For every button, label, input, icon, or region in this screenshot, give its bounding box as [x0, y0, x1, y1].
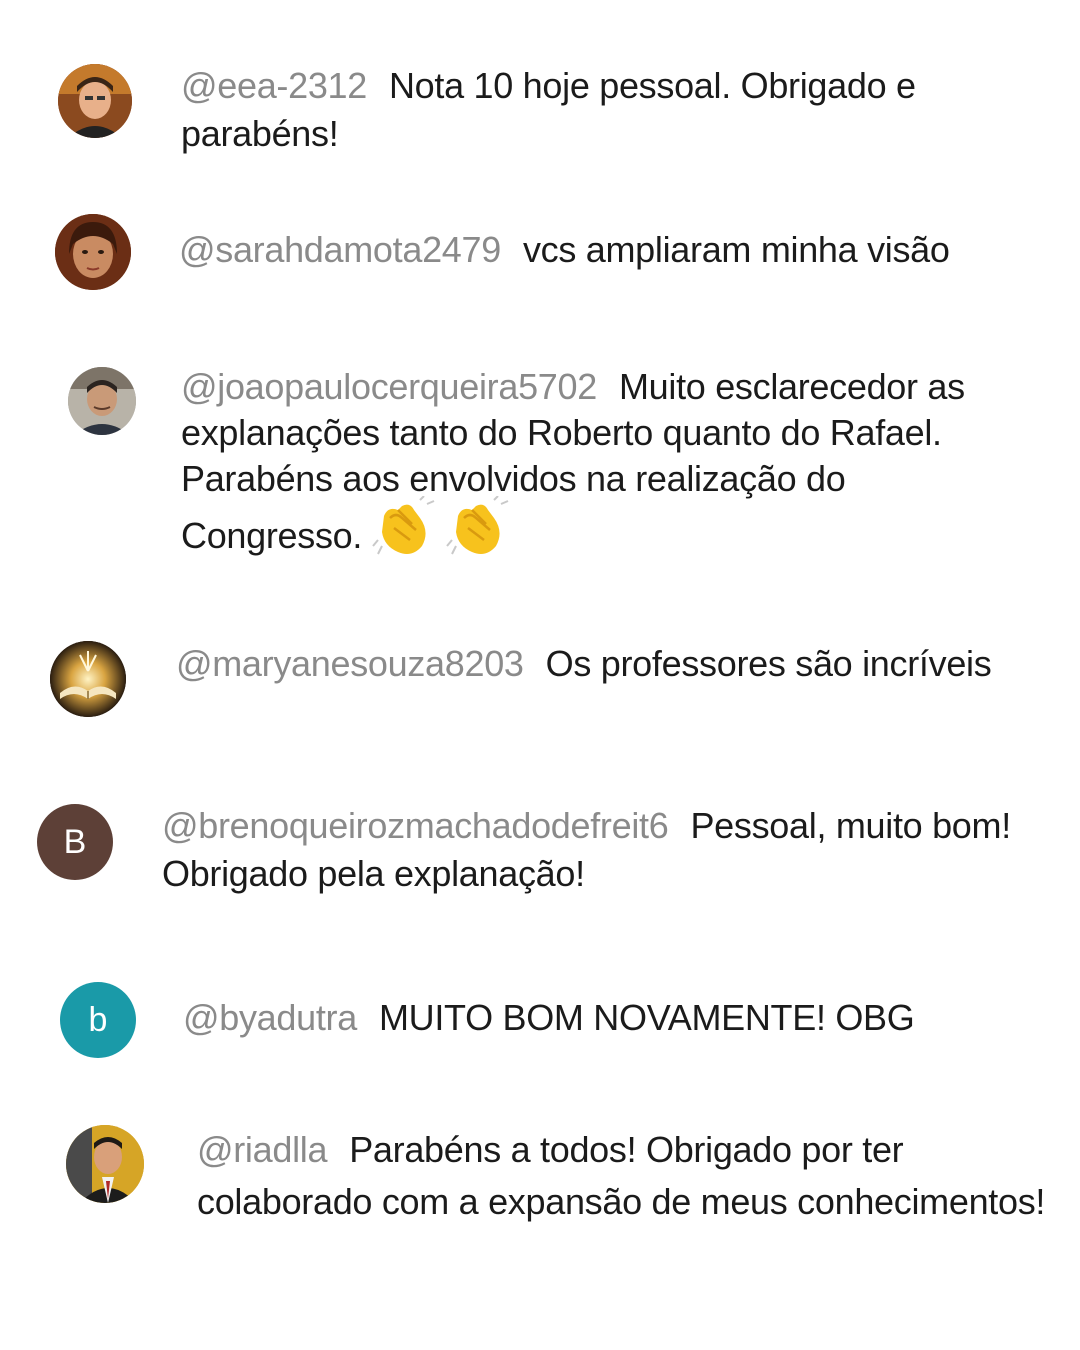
comment-text-block: @byadutra MUITO BOM NOVAMENTE! OBG	[183, 994, 1043, 1042]
comment-handle[interactable]: @sarahdamota2479	[179, 229, 501, 270]
comment-handle[interactable]: @eea-2312	[181, 65, 367, 106]
comment-handle[interactable]: @riadlla	[197, 1129, 328, 1170]
user-photo-icon	[66, 1125, 144, 1203]
comment-body: MUITO BOM NOVAMENTE! OBG	[378, 997, 915, 1038]
clapping-hands-icon	[372, 495, 436, 569]
user-photo-icon	[68, 367, 136, 435]
avatar-letter: B	[63, 822, 87, 861]
comment-handle[interactable]: @brenoqueirozmachadodefreit6	[162, 805, 669, 846]
comment-text-block: @brenoqueirozmachadodefreit6 Pessoal, mui…	[162, 802, 1042, 898]
comment-text-block: @sarahdamota2479 vcs ampliaram minha visã…	[179, 226, 1059, 274]
user-avatar[interactable]	[58, 64, 132, 138]
comment-handle[interactable]: @maryanesouza8203	[176, 643, 524, 684]
comment-text-block: @riadlla Parabéns a todos! Obrigado por t…	[197, 1124, 1047, 1228]
comment-handle[interactable]: @byadutra	[183, 997, 357, 1038]
user-photo-icon	[55, 214, 131, 290]
user-avatar[interactable]	[50, 641, 126, 717]
user-photo-icon	[58, 64, 132, 138]
user-avatar[interactable]: B	[37, 804, 113, 880]
clapping-hands-icon	[446, 495, 510, 569]
comment-text-block: @maryanesouza8203 Os professores são incr…	[176, 640, 1026, 688]
comment-body: Os professores são incríveis	[545, 643, 992, 684]
avatar-letter: b	[88, 1000, 108, 1039]
comment-text-block: @eea-2312 Nota 10 hoje pessoal. Obrigado …	[181, 62, 1031, 158]
comment-body: vcs ampliaram minha visão	[522, 229, 950, 270]
user-avatar[interactable]	[55, 214, 131, 290]
user-avatar[interactable]	[66, 1125, 144, 1203]
user-avatar[interactable]: b	[60, 982, 136, 1058]
user-avatar[interactable]	[68, 367, 136, 435]
comment-text-block: @joaopaulocerqueira5702 Muito esclarecedo…	[181, 364, 1031, 575]
comment-handle[interactable]: @joaopaulocerqueira5702	[181, 366, 597, 407]
open-book-photo-icon	[50, 641, 126, 717]
